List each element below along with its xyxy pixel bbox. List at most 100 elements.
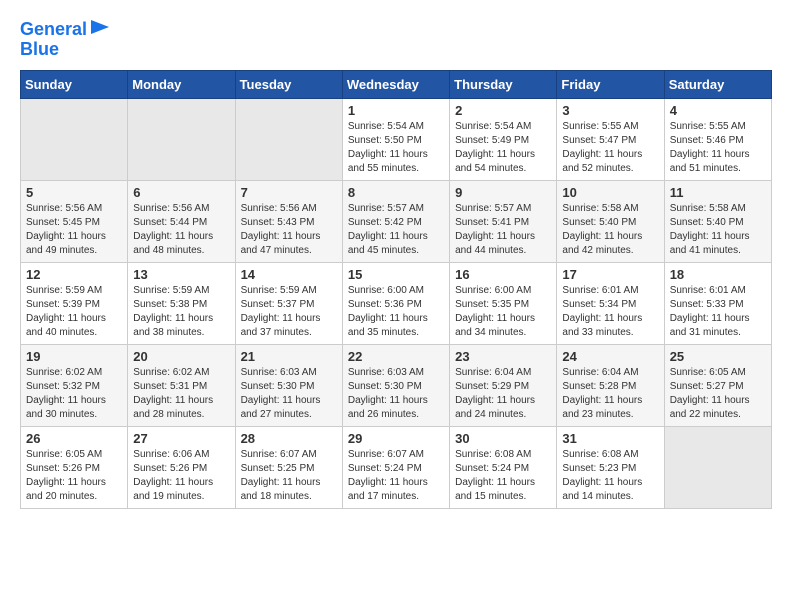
day-number: 26 bbox=[26, 431, 122, 446]
day-number: 6 bbox=[133, 185, 229, 200]
day-info: Sunrise: 6:07 AM Sunset: 5:24 PM Dayligh… bbox=[348, 448, 444, 504]
day-info: Sunrise: 5:57 AM Sunset: 5:42 PM Dayligh… bbox=[348, 202, 444, 258]
page-header: General Blue bbox=[20, 20, 772, 60]
day-info: Sunrise: 5:56 AM Sunset: 5:44 PM Dayligh… bbox=[133, 202, 229, 258]
calendar-week-row: 19 Sunrise: 6:02 AM Sunset: 5:32 PM Dayli… bbox=[21, 344, 772, 426]
day-number: 15 bbox=[348, 267, 444, 282]
day-info: Sunrise: 6:00 AM Sunset: 5:35 PM Dayligh… bbox=[455, 284, 551, 340]
calendar-table: SundayMondayTuesdayWednesdayThursdayFrid… bbox=[20, 70, 772, 509]
calendar-cell: 22 Sunrise: 6:03 AM Sunset: 5:30 PM Dayli… bbox=[342, 344, 449, 426]
calendar-week-row: 26 Sunrise: 6:05 AM Sunset: 5:26 PM Dayli… bbox=[21, 426, 772, 508]
day-number: 30 bbox=[455, 431, 551, 446]
day-info: Sunrise: 5:55 AM Sunset: 5:46 PM Dayligh… bbox=[670, 120, 766, 176]
calendar-cell: 25 Sunrise: 6:05 AM Sunset: 5:27 PM Dayli… bbox=[664, 344, 771, 426]
calendar-cell: 19 Sunrise: 6:02 AM Sunset: 5:32 PM Dayli… bbox=[21, 344, 128, 426]
calendar-cell: 30 Sunrise: 6:08 AM Sunset: 5:24 PM Dayli… bbox=[450, 426, 557, 508]
day-number: 10 bbox=[562, 185, 658, 200]
logo: General Blue bbox=[20, 20, 109, 60]
calendar-cell: 17Sunrise: 6:01 AM Sunset: 5:34 PM Dayli… bbox=[557, 262, 664, 344]
day-number: 24 bbox=[562, 349, 658, 364]
calendar-cell: 15 Sunrise: 6:00 AM Sunset: 5:36 PM Dayli… bbox=[342, 262, 449, 344]
day-info: Sunrise: 6:05 AM Sunset: 5:26 PM Dayligh… bbox=[26, 448, 122, 504]
weekday-header: Sunday bbox=[21, 70, 128, 98]
logo-arrow-icon bbox=[91, 20, 109, 34]
logo-text: General bbox=[20, 20, 87, 40]
day-info: Sunrise: 5:58 AM Sunset: 5:40 PM Dayligh… bbox=[670, 202, 766, 258]
day-info: Sunrise: 6:04 AM Sunset: 5:29 PM Dayligh… bbox=[455, 366, 551, 422]
calendar-cell: 16Sunrise: 6:00 AM Sunset: 5:35 PM Dayli… bbox=[450, 262, 557, 344]
day-info: Sunrise: 5:55 AM Sunset: 5:47 PM Dayligh… bbox=[562, 120, 658, 176]
calendar-week-row: 1 Sunrise: 5:54 AM Sunset: 5:50 PM Daylig… bbox=[21, 98, 772, 180]
day-info: Sunrise: 5:56 AM Sunset: 5:43 PM Dayligh… bbox=[241, 202, 337, 258]
calendar-cell: 3 Sunrise: 5:55 AM Sunset: 5:47 PM Daylig… bbox=[557, 98, 664, 180]
day-info: Sunrise: 5:56 AM Sunset: 5:45 PM Dayligh… bbox=[26, 202, 122, 258]
weekday-header: Friday bbox=[557, 70, 664, 98]
day-number: 12 bbox=[26, 267, 122, 282]
day-info: Sunrise: 6:07 AM Sunset: 5:25 PM Dayligh… bbox=[241, 448, 337, 504]
day-number: 4 bbox=[670, 103, 766, 118]
day-number: 8 bbox=[348, 185, 444, 200]
weekday-header: Monday bbox=[128, 70, 235, 98]
day-info: Sunrise: 5:59 AM Sunset: 5:37 PM Dayligh… bbox=[241, 284, 337, 340]
day-info: Sunrise: 5:59 AM Sunset: 5:38 PM Dayligh… bbox=[133, 284, 229, 340]
calendar-cell: 29 Sunrise: 6:07 AM Sunset: 5:24 PM Dayli… bbox=[342, 426, 449, 508]
calendar-cell bbox=[664, 426, 771, 508]
day-info: Sunrise: 6:02 AM Sunset: 5:32 PM Dayligh… bbox=[26, 366, 122, 422]
calendar-cell: 18Sunrise: 6:01 AM Sunset: 5:33 PM Dayli… bbox=[664, 262, 771, 344]
day-number: 19 bbox=[26, 349, 122, 364]
day-number: 21 bbox=[241, 349, 337, 364]
day-info: Sunrise: 6:03 AM Sunset: 5:30 PM Dayligh… bbox=[348, 366, 444, 422]
calendar-cell: 28 Sunrise: 6:07 AM Sunset: 5:25 PM Dayli… bbox=[235, 426, 342, 508]
calendar-week-row: 12 Sunrise: 5:59 AM Sunset: 5:39 PM Dayli… bbox=[21, 262, 772, 344]
day-number: 2 bbox=[455, 103, 551, 118]
calendar-cell: 5 Sunrise: 5:56 AM Sunset: 5:45 PM Daylig… bbox=[21, 180, 128, 262]
calendar-header-row: SundayMondayTuesdayWednesdayThursdayFrid… bbox=[21, 70, 772, 98]
calendar-cell bbox=[128, 98, 235, 180]
day-info: Sunrise: 6:06 AM Sunset: 5:26 PM Dayligh… bbox=[133, 448, 229, 504]
calendar-cell: 1 Sunrise: 5:54 AM Sunset: 5:50 PM Daylig… bbox=[342, 98, 449, 180]
day-info: Sunrise: 6:03 AM Sunset: 5:30 PM Dayligh… bbox=[241, 366, 337, 422]
day-info: Sunrise: 5:54 AM Sunset: 5:50 PM Dayligh… bbox=[348, 120, 444, 176]
calendar-cell: 4 Sunrise: 5:55 AM Sunset: 5:46 PM Daylig… bbox=[664, 98, 771, 180]
calendar-cell: 7 Sunrise: 5:56 AM Sunset: 5:43 PM Daylig… bbox=[235, 180, 342, 262]
day-number: 31 bbox=[562, 431, 658, 446]
calendar-cell: 12 Sunrise: 5:59 AM Sunset: 5:39 PM Dayli… bbox=[21, 262, 128, 344]
day-number: 22 bbox=[348, 349, 444, 364]
day-number: 3 bbox=[562, 103, 658, 118]
day-number: 7 bbox=[241, 185, 337, 200]
weekday-header: Wednesday bbox=[342, 70, 449, 98]
calendar-week-row: 5 Sunrise: 5:56 AM Sunset: 5:45 PM Daylig… bbox=[21, 180, 772, 262]
calendar-cell: 20Sunrise: 6:02 AM Sunset: 5:31 PM Dayli… bbox=[128, 344, 235, 426]
calendar-cell: 27 Sunrise: 6:06 AM Sunset: 5:26 PM Dayli… bbox=[128, 426, 235, 508]
day-number: 25 bbox=[670, 349, 766, 364]
weekday-header: Thursday bbox=[450, 70, 557, 98]
calendar-cell: 8 Sunrise: 5:57 AM Sunset: 5:42 PM Daylig… bbox=[342, 180, 449, 262]
calendar-cell: 21 Sunrise: 6:03 AM Sunset: 5:30 PM Dayli… bbox=[235, 344, 342, 426]
day-info: Sunrise: 5:58 AM Sunset: 5:40 PM Dayligh… bbox=[562, 202, 658, 258]
day-number: 14 bbox=[241, 267, 337, 282]
day-number: 11 bbox=[670, 185, 766, 200]
day-info: Sunrise: 5:57 AM Sunset: 5:41 PM Dayligh… bbox=[455, 202, 551, 258]
day-number: 1 bbox=[348, 103, 444, 118]
day-info: Sunrise: 5:59 AM Sunset: 5:39 PM Dayligh… bbox=[26, 284, 122, 340]
day-number: 20 bbox=[133, 349, 229, 364]
calendar-cell: 24 Sunrise: 6:04 AM Sunset: 5:28 PM Dayli… bbox=[557, 344, 664, 426]
calendar-cell: 14 Sunrise: 5:59 AM Sunset: 5:37 PM Dayli… bbox=[235, 262, 342, 344]
calendar-cell: 9Sunrise: 5:57 AM Sunset: 5:41 PM Daylig… bbox=[450, 180, 557, 262]
calendar-cell: 6 Sunrise: 5:56 AM Sunset: 5:44 PM Daylig… bbox=[128, 180, 235, 262]
calendar-cell: 13Sunrise: 5:59 AM Sunset: 5:38 PM Dayli… bbox=[128, 262, 235, 344]
day-number: 18 bbox=[670, 267, 766, 282]
day-info: Sunrise: 6:05 AM Sunset: 5:27 PM Dayligh… bbox=[670, 366, 766, 422]
day-info: Sunrise: 6:04 AM Sunset: 5:28 PM Dayligh… bbox=[562, 366, 658, 422]
day-number: 29 bbox=[348, 431, 444, 446]
day-info: Sunrise: 5:54 AM Sunset: 5:49 PM Dayligh… bbox=[455, 120, 551, 176]
day-number: 27 bbox=[133, 431, 229, 446]
calendar-cell: 2 Sunrise: 5:54 AM Sunset: 5:49 PM Daylig… bbox=[450, 98, 557, 180]
calendar-cell bbox=[235, 98, 342, 180]
day-info: Sunrise: 6:00 AM Sunset: 5:36 PM Dayligh… bbox=[348, 284, 444, 340]
weekday-header: Saturday bbox=[664, 70, 771, 98]
day-number: 5 bbox=[26, 185, 122, 200]
day-info: Sunrise: 6:08 AM Sunset: 5:23 PM Dayligh… bbox=[562, 448, 658, 504]
day-info: Sunrise: 6:08 AM Sunset: 5:24 PM Dayligh… bbox=[455, 448, 551, 504]
day-number: 28 bbox=[241, 431, 337, 446]
